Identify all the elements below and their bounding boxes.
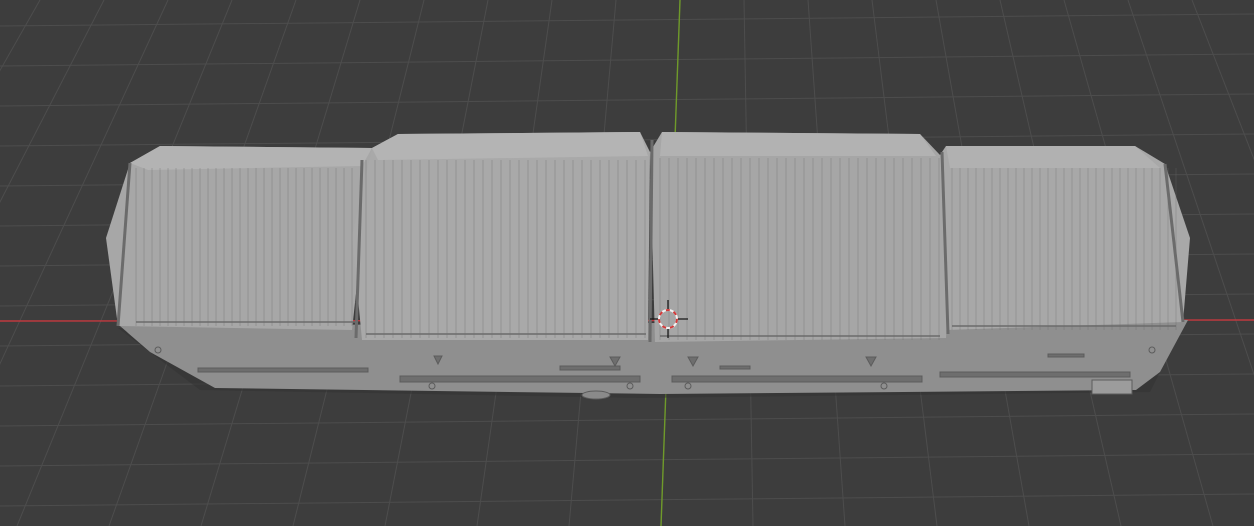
- grid-line-horizontal: [0, 93, 1254, 107]
- segment-right-end: [940, 146, 1190, 330]
- segment-left-end: [106, 146, 372, 330]
- mesh-lower-body: [120, 320, 1188, 394]
- grid-line-horizontal: [0, 453, 1254, 467]
- grid-line-horizontal: [0, 413, 1254, 427]
- roof-band-center-left: [372, 132, 648, 160]
- roof-band-left: [130, 146, 372, 170]
- grid-line-horizontal: [0, 493, 1254, 507]
- grid-line-vertical: [1191, 0, 1254, 161]
- viewport-canvas[interactable]: [0, 0, 1254, 526]
- grid-line-horizontal: [0, 53, 1254, 67]
- container-mesh[interactable]: [106, 132, 1190, 400]
- roof-band-center-right: [660, 132, 936, 156]
- 3d-viewport[interactable]: [0, 0, 1254, 526]
- grid-line-vertical: [0, 0, 105, 203]
- grid-line-horizontal: [0, 13, 1254, 27]
- grid-line-vertical: [0, 0, 41, 72]
- roof-band-right: [946, 146, 1160, 168]
- segment-center-right: [650, 132, 952, 342]
